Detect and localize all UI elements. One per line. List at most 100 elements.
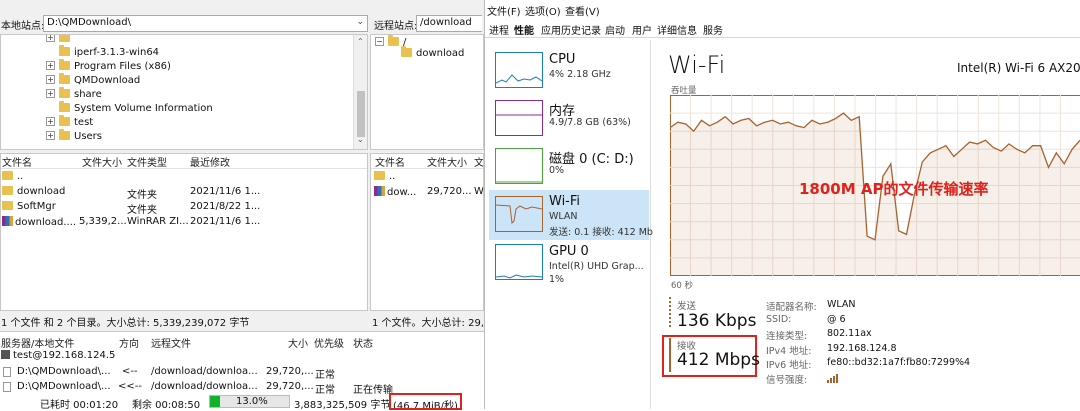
time-axis-label: 60 秒 xyxy=(671,279,693,291)
queue-col-remote[interactable]: 远程文件 xyxy=(151,335,191,349)
file-name: download.... xyxy=(15,217,76,228)
remote-status: 1 个文件。大小总计: 29,72 xyxy=(372,314,482,329)
col-filename[interactable]: 文件名 xyxy=(375,154,405,168)
collapse-icon[interactable]: − xyxy=(375,37,384,46)
transfer-queue: 服务器/本地文件 方向 远程文件 大小 优先级 状态 test@192.168.… xyxy=(0,331,484,409)
tree-label: test xyxy=(74,117,93,128)
sidebar-item[interactable]: Wi-FiWLAN发送: 0.1 接收: 412 Mb xyxy=(489,190,649,240)
tab[interactable]: 应用历史记录 xyxy=(541,22,601,37)
file-row[interactable]: download....5,339,2...WinRAR ZI...2021/1… xyxy=(1,215,367,230)
tree-row[interactable]: +share xyxy=(46,89,102,103)
menu-item[interactable]: 选项(O) xyxy=(525,3,561,18)
local-path-input[interactable]: D:\QMDownload\ ⌄ xyxy=(43,15,368,32)
remote-path-value: /download xyxy=(420,17,472,28)
mini-graph xyxy=(495,52,543,88)
tab[interactable]: 启动 xyxy=(605,22,625,37)
scrollbar-thumb[interactable] xyxy=(357,91,365,137)
file-name: .. xyxy=(17,171,23,182)
tree-label: System Volume Information xyxy=(74,103,213,114)
scroll-down-icon[interactable]: ⌄ xyxy=(357,135,364,144)
sidebar-item[interactable]: 内存4.9/7.8 GB (63%) xyxy=(489,96,649,144)
sidebar-item[interactable]: 磁盘 0 (C: D:)0% xyxy=(489,144,649,190)
menu-item[interactable]: 文件(F) xyxy=(487,3,521,18)
file-name: .. xyxy=(389,171,395,182)
file-modified: 2021/8/22 1... xyxy=(190,201,260,212)
mini-graph xyxy=(495,196,543,232)
local-list-header: 文件名 文件大小 文件类型 最近修改 xyxy=(1,154,368,169)
perf-sidebar: CPU4% 2.18 GHz内存4.9/7.8 GB (63%)磁盘 0 (C:… xyxy=(485,40,651,409)
sidebar-title: Wi-Fi xyxy=(549,194,580,209)
info-value: fe80::bd32:1a7f:fb80:7299%4 xyxy=(827,357,970,368)
sidebar-item[interactable]: GPU 0Intel(R) UHD Grap...1% xyxy=(489,240,649,290)
expand-icon[interactable]: + xyxy=(46,117,55,126)
signal-bar xyxy=(833,376,835,383)
expand-icon[interactable]: + xyxy=(46,34,55,42)
file-name-cell: download.... xyxy=(2,216,80,228)
queue-direction: <-- xyxy=(122,366,138,377)
folder-icon xyxy=(59,117,70,126)
file-size: 5,339,2... xyxy=(79,216,127,227)
winrar-icon xyxy=(2,216,13,226)
tab[interactable]: 进程 xyxy=(489,22,509,37)
local-tree-scrollbar[interactable]: ⌃ ⌄ xyxy=(353,35,367,149)
queue-remote: /download/downloa... xyxy=(151,381,258,392)
tab[interactable]: 详细信息 xyxy=(657,22,697,37)
file-row[interactable]: download文件夹2021/11/6 1... xyxy=(1,185,367,200)
queue-col-server[interactable]: 服务器/本地文件 xyxy=(1,335,74,349)
remote-path-input[interactable]: /download xyxy=(416,15,482,32)
expand-icon[interactable]: + xyxy=(46,75,55,84)
queue-server-row[interactable]: test@192.168.124.5 xyxy=(1,350,115,365)
file-row[interactable]: .. xyxy=(1,170,367,185)
col-filename[interactable]: 文件名 xyxy=(2,154,32,168)
mini-graph-line xyxy=(496,149,542,183)
col-filesize[interactable]: 文件大小 xyxy=(82,154,122,168)
tree-row[interactable]: + Users xyxy=(46,131,102,145)
folder-icon xyxy=(59,103,70,112)
expand-icon[interactable]: + xyxy=(46,89,55,98)
queue-col-direction[interactable]: 方向 xyxy=(119,335,139,349)
queue-local: D:\QMDownload\... xyxy=(17,366,111,377)
tree-row[interactable]: System Volume Information xyxy=(46,103,213,117)
folder-icon xyxy=(401,48,412,57)
tree-label: Program Files (x86) xyxy=(74,61,171,72)
info-value: WLAN xyxy=(827,299,856,310)
tree-label: QMDownload xyxy=(74,75,140,86)
scroll-up-icon[interactable]: ⌃ xyxy=(357,37,364,46)
info-label: 连接类型: xyxy=(766,328,807,342)
file-icon xyxy=(3,367,11,377)
folder-icon xyxy=(59,47,70,56)
tab[interactable]: 服务 xyxy=(703,22,723,37)
folder-icon xyxy=(388,37,399,46)
remote-tree-row[interactable]: download xyxy=(401,48,464,62)
queue-status: 正在传输 xyxy=(353,381,393,396)
file-row[interactable]: .. xyxy=(371,170,483,185)
sidebar-item[interactable]: CPU4% 2.18 GHz xyxy=(489,48,649,96)
expand-icon[interactable]: + xyxy=(46,61,55,70)
tree-row[interactable]: + test xyxy=(46,117,93,131)
tree-row[interactable]: + Program Files (x86) xyxy=(46,61,171,75)
col-filetype[interactable]: 文件类型 xyxy=(127,154,167,168)
chevron-down-icon[interactable]: ⌄ xyxy=(356,17,364,27)
file-row[interactable]: dow...29,720...W xyxy=(371,185,483,200)
col-modified[interactable]: 最近修改 xyxy=(190,154,230,168)
sidebar-title: CPU xyxy=(549,52,575,67)
remote-file-list: 文件名 文件大小 文 .. dow...29,720...W xyxy=(370,153,484,311)
queue-col-status[interactable]: 状态 xyxy=(353,335,373,349)
file-row[interactable]: SoftMgr文件夹2021/8/22 1... xyxy=(1,200,367,215)
queue-local: D:\QMDownload\... xyxy=(17,381,111,392)
expand-icon[interactable]: + xyxy=(46,131,55,140)
col-filetype[interactable]: 文 xyxy=(474,154,484,168)
menu-item[interactable]: 查看(V) xyxy=(565,3,600,18)
info-value: 802.11ax xyxy=(827,328,872,339)
queue-col-priority[interactable]: 优先级 xyxy=(314,335,344,349)
folder-icon xyxy=(59,131,70,140)
local-site-label: 本地站点: xyxy=(1,17,44,32)
mini-graph-line xyxy=(496,101,542,135)
col-filesize[interactable]: 文件大小 xyxy=(427,154,467,168)
sidebar-sub: 4.9/7.8 GB (63%) xyxy=(549,117,631,128)
tab[interactable]: 性能 xyxy=(514,22,534,37)
tab[interactable]: 用户 xyxy=(632,22,652,37)
tree-label: Users xyxy=(74,131,102,142)
queue-row[interactable]: D:\QMDownload\...<--/download/downloa...… xyxy=(0,365,484,380)
queue-col-size[interactable]: 大小 xyxy=(288,335,308,349)
